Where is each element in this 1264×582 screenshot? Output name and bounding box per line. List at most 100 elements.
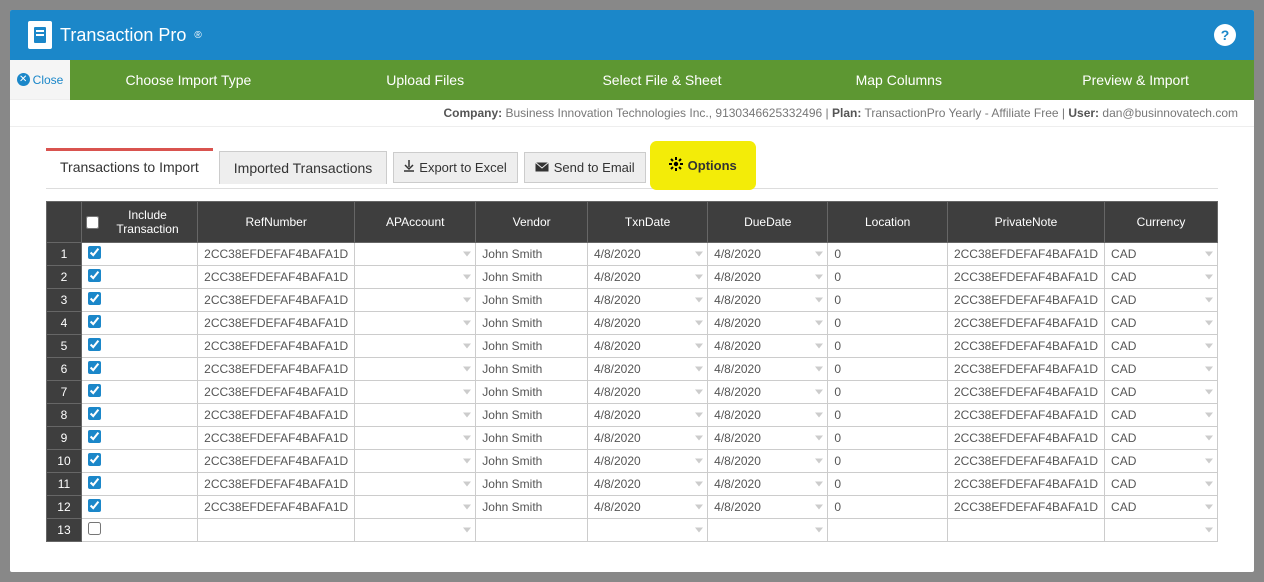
txndate-cell[interactable]: 4/8/2020 bbox=[587, 450, 707, 473]
tab-imported-transactions[interactable]: Imported Transactions bbox=[219, 151, 388, 184]
refnumber-cell[interactable]: 2CC38EFDEFAF4BAFA1D bbox=[198, 381, 355, 404]
include-checkbox[interactable] bbox=[88, 499, 101, 512]
currency-cell[interactable]: CAD bbox=[1105, 312, 1218, 335]
duedate-cell[interactable]: 4/8/2020 bbox=[708, 473, 828, 496]
include-checkbox[interactable] bbox=[88, 315, 101, 328]
duedate-cell[interactable]: 4/8/2020 bbox=[708, 427, 828, 450]
vendor-cell[interactable]: John Smith bbox=[476, 381, 588, 404]
step-select-file-sheet[interactable]: Select File & Sheet bbox=[544, 60, 781, 100]
refnumber-cell[interactable]: 2CC38EFDEFAF4BAFA1D bbox=[198, 312, 355, 335]
currency-cell[interactable]: CAD bbox=[1105, 427, 1218, 450]
refnumber-cell[interactable]: 2CC38EFDEFAF4BAFA1D bbox=[198, 404, 355, 427]
location-cell[interactable]: 0 bbox=[828, 289, 948, 312]
apaccount-cell[interactable] bbox=[355, 427, 476, 450]
apaccount-cell[interactable] bbox=[355, 312, 476, 335]
location-cell[interactable]: 0 bbox=[828, 496, 948, 519]
privatenote-cell[interactable]: 2CC38EFDEFAF4BAFA1D bbox=[947, 266, 1104, 289]
refnumber-cell[interactable]: 2CC38EFDEFAF4BAFA1D bbox=[198, 266, 355, 289]
privatenote-cell[interactable] bbox=[947, 519, 1104, 542]
duedate-cell[interactable] bbox=[708, 519, 828, 542]
txndate-cell[interactable]: 4/8/2020 bbox=[587, 312, 707, 335]
duedate-cell[interactable]: 4/8/2020 bbox=[708, 358, 828, 381]
include-checkbox[interactable] bbox=[88, 361, 101, 374]
include-checkbox[interactable] bbox=[88, 384, 101, 397]
duedate-cell[interactable]: 4/8/2020 bbox=[708, 312, 828, 335]
apaccount-cell[interactable] bbox=[355, 519, 476, 542]
txndate-cell[interactable]: 4/8/2020 bbox=[587, 335, 707, 358]
include-checkbox[interactable] bbox=[88, 269, 101, 282]
refnumber-cell[interactable]: 2CC38EFDEFAF4BAFA1D bbox=[198, 243, 355, 266]
duedate-cell[interactable]: 4/8/2020 bbox=[708, 450, 828, 473]
col-privatenote[interactable]: PrivateNote bbox=[947, 202, 1104, 243]
include-cell[interactable] bbox=[81, 404, 197, 427]
privatenote-cell[interactable]: 2CC38EFDEFAF4BAFA1D bbox=[947, 404, 1104, 427]
include-cell[interactable] bbox=[81, 358, 197, 381]
privatenote-cell[interactable]: 2CC38EFDEFAF4BAFA1D bbox=[947, 243, 1104, 266]
location-cell[interactable]: 0 bbox=[828, 381, 948, 404]
help-button[interactable]: ? bbox=[1214, 24, 1236, 46]
vendor-cell[interactable]: John Smith bbox=[476, 266, 588, 289]
include-checkbox[interactable] bbox=[88, 453, 101, 466]
privatenote-cell[interactable]: 2CC38EFDEFAF4BAFA1D bbox=[947, 335, 1104, 358]
step-upload-files[interactable]: Upload Files bbox=[307, 60, 544, 100]
txndate-cell[interactable]: 4/8/2020 bbox=[587, 289, 707, 312]
txndate-cell[interactable]: 4/8/2020 bbox=[587, 496, 707, 519]
refnumber-cell[interactable]: 2CC38EFDEFAF4BAFA1D bbox=[198, 496, 355, 519]
txndate-cell[interactable]: 4/8/2020 bbox=[587, 381, 707, 404]
location-cell[interactable]: 0 bbox=[828, 427, 948, 450]
currency-cell[interactable]: CAD bbox=[1105, 358, 1218, 381]
apaccount-cell[interactable] bbox=[355, 450, 476, 473]
include-checkbox[interactable] bbox=[88, 338, 101, 351]
vendor-cell[interactable]: John Smith bbox=[476, 427, 588, 450]
vendor-cell[interactable]: John Smith bbox=[476, 289, 588, 312]
vendor-cell[interactable]: John Smith bbox=[476, 473, 588, 496]
step-map-columns[interactable]: Map Columns bbox=[780, 60, 1017, 100]
privatenote-cell[interactable]: 2CC38EFDEFAF4BAFA1D bbox=[947, 312, 1104, 335]
col-duedate[interactable]: DueDate bbox=[708, 202, 828, 243]
privatenote-cell[interactable]: 2CC38EFDEFAF4BAFA1D bbox=[947, 427, 1104, 450]
include-checkbox[interactable] bbox=[88, 246, 101, 259]
txndate-cell[interactable]: 4/8/2020 bbox=[587, 358, 707, 381]
currency-cell[interactable]: CAD bbox=[1105, 243, 1218, 266]
apaccount-cell[interactable] bbox=[355, 473, 476, 496]
refnumber-cell[interactable]: 2CC38EFDEFAF4BAFA1D bbox=[198, 358, 355, 381]
txndate-cell[interactable]: 4/8/2020 bbox=[587, 404, 707, 427]
include-cell[interactable] bbox=[81, 473, 197, 496]
include-cell[interactable] bbox=[81, 335, 197, 358]
location-cell[interactable]: 0 bbox=[828, 473, 948, 496]
send-to-email-button[interactable]: Send to Email bbox=[524, 152, 646, 183]
export-to-excel-button[interactable]: Export to Excel bbox=[393, 152, 517, 183]
apaccount-cell[interactable] bbox=[355, 358, 476, 381]
currency-cell[interactable]: CAD bbox=[1105, 450, 1218, 473]
vendor-cell[interactable]: John Smith bbox=[476, 404, 588, 427]
vendor-cell[interactable]: John Smith bbox=[476, 243, 588, 266]
location-cell[interactable]: 0 bbox=[828, 404, 948, 427]
include-cell[interactable] bbox=[81, 450, 197, 473]
vendor-cell[interactable]: John Smith bbox=[476, 358, 588, 381]
include-cell[interactable] bbox=[81, 312, 197, 335]
duedate-cell[interactable]: 4/8/2020 bbox=[708, 289, 828, 312]
col-vendor[interactable]: Vendor bbox=[476, 202, 588, 243]
txndate-cell[interactable]: 4/8/2020 bbox=[587, 427, 707, 450]
refnumber-cell[interactable]: 2CC38EFDEFAF4BAFA1D bbox=[198, 335, 355, 358]
location-cell[interactable]: 0 bbox=[828, 312, 948, 335]
include-cell[interactable] bbox=[81, 519, 197, 542]
duedate-cell[interactable]: 4/8/2020 bbox=[708, 496, 828, 519]
currency-cell[interactable]: CAD bbox=[1105, 266, 1218, 289]
close-button[interactable]: ✕ Close bbox=[10, 60, 70, 100]
duedate-cell[interactable]: 4/8/2020 bbox=[708, 381, 828, 404]
col-currency[interactable]: Currency bbox=[1105, 202, 1218, 243]
include-checkbox[interactable] bbox=[88, 476, 101, 489]
privatenote-cell[interactable]: 2CC38EFDEFAF4BAFA1D bbox=[947, 289, 1104, 312]
col-include[interactable]: Include Transaction bbox=[81, 202, 197, 243]
currency-cell[interactable]: CAD bbox=[1105, 404, 1218, 427]
currency-cell[interactable]: CAD bbox=[1105, 381, 1218, 404]
include-cell[interactable] bbox=[81, 243, 197, 266]
privatenote-cell[interactable]: 2CC38EFDEFAF4BAFA1D bbox=[947, 496, 1104, 519]
apaccount-cell[interactable] bbox=[355, 404, 476, 427]
location-cell[interactable]: 0 bbox=[828, 243, 948, 266]
privatenote-cell[interactable]: 2CC38EFDEFAF4BAFA1D bbox=[947, 358, 1104, 381]
apaccount-cell[interactable] bbox=[355, 496, 476, 519]
step-preview-import[interactable]: Preview & Import bbox=[1017, 60, 1254, 100]
duedate-cell[interactable]: 4/8/2020 bbox=[708, 335, 828, 358]
